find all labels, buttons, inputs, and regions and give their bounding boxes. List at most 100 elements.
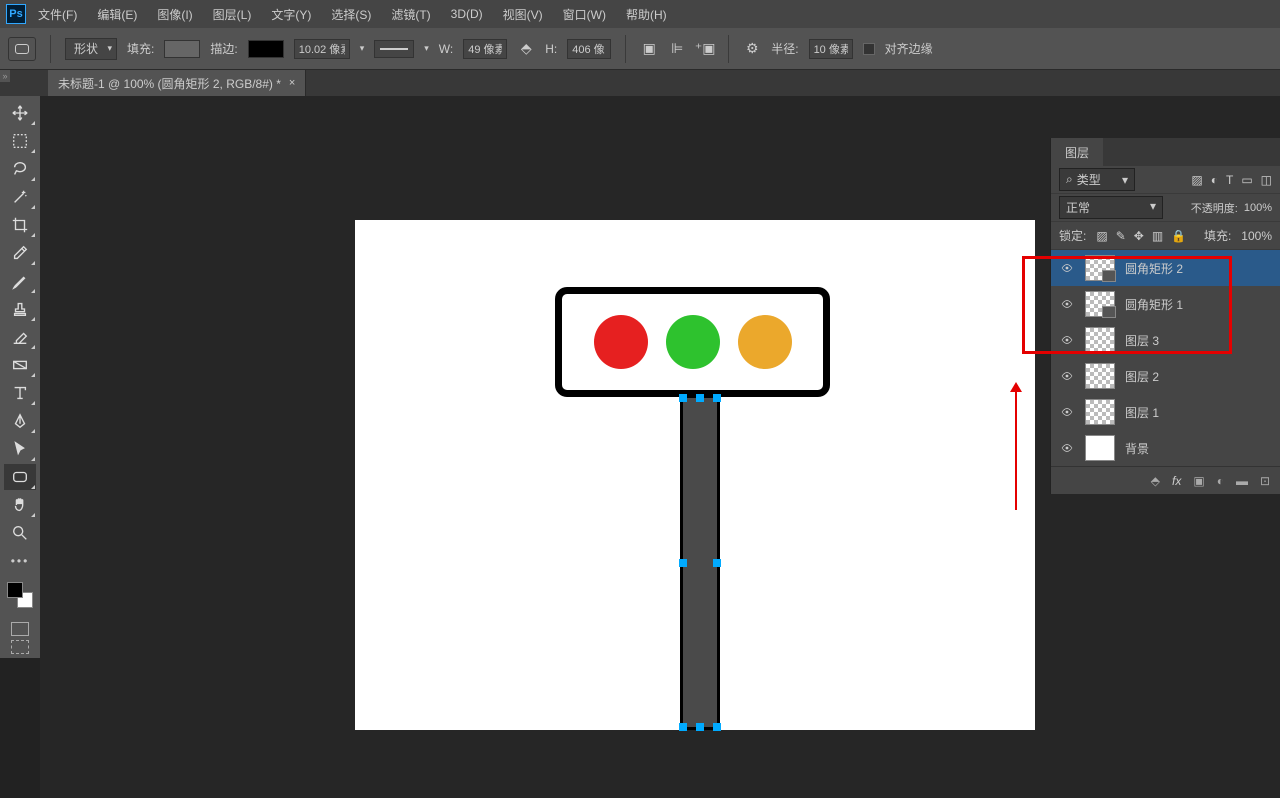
move-tool[interactable] — [4, 100, 36, 126]
mask-icon[interactable]: ▣ — [1193, 474, 1204, 488]
fx-icon[interactable]: fx — [1172, 474, 1181, 488]
fg-color-swatch[interactable] — [7, 582, 23, 598]
lock-transparency-icon[interactable]: ▨ — [1096, 229, 1107, 243]
gear-icon[interactable]: ⚙ — [743, 40, 761, 58]
layer-thumbnail[interactable] — [1085, 399, 1115, 425]
menu-layer[interactable]: 图层(L) — [205, 2, 260, 27]
layer-row[interactable]: 背景 — [1051, 430, 1280, 466]
height-input[interactable] — [567, 39, 611, 59]
yellow-light — [738, 315, 792, 369]
blend-mode-dropdown[interactable]: 正常▾ — [1059, 196, 1163, 219]
dock-collapse[interactable] — [0, 70, 10, 82]
visibility-icon[interactable] — [1059, 296, 1075, 312]
transform-handle[interactable] — [696, 723, 704, 731]
stroke-width-input[interactable] — [294, 39, 350, 59]
layer-thumbnail[interactable] — [1085, 255, 1115, 281]
pen-tool[interactable] — [4, 408, 36, 434]
path-select-tool[interactable] — [4, 436, 36, 462]
menu-view[interactable]: 视图(V) — [495, 2, 551, 27]
screenmode-icon[interactable] — [11, 640, 29, 654]
shape-mode-dropdown[interactable]: 形状 — [65, 38, 117, 60]
layer-row[interactable]: 圆角矩形 1 — [1051, 286, 1280, 322]
lasso-tool[interactable] — [4, 156, 36, 182]
filter-dropdown[interactable]: ⌕类型▾ — [1059, 168, 1135, 191]
stroke-swatch[interactable] — [248, 40, 284, 58]
lock-paint-icon[interactable]: ✎ — [1116, 229, 1126, 243]
close-icon[interactable]: × — [289, 77, 295, 89]
menu-select[interactable]: 选择(S) — [323, 2, 379, 27]
gradient-tool[interactable] — [4, 352, 36, 378]
layer-thumbnail[interactable] — [1085, 291, 1115, 317]
layer-thumbnail[interactable] — [1085, 363, 1115, 389]
new-layer-icon[interactable]: ⊡ — [1260, 474, 1270, 488]
visibility-icon[interactable] — [1059, 260, 1075, 276]
menu-window[interactable]: 窗口(W) — [555, 2, 614, 27]
layers-tab[interactable]: 图层 — [1051, 138, 1103, 166]
quickmask-icon[interactable] — [11, 622, 29, 636]
transform-handle[interactable] — [679, 723, 687, 731]
fill-value[interactable]: 100% — [1241, 229, 1272, 243]
lock-pos-icon[interactable]: ✥ — [1134, 229, 1144, 243]
zoom-tool[interactable] — [4, 520, 36, 546]
color-swatches[interactable] — [7, 582, 33, 608]
radius-input[interactable] — [809, 39, 853, 59]
adjustment-icon[interactable]: ◐ — [1217, 474, 1224, 488]
fill-swatch[interactable] — [164, 40, 200, 58]
opacity-value[interactable]: 100% — [1244, 202, 1272, 214]
layer-row[interactable]: 圆角矩形 2 — [1051, 250, 1280, 286]
tool-preset[interactable] — [8, 37, 36, 61]
layer-thumbnail[interactable] — [1085, 327, 1115, 353]
menu-help[interactable]: 帮助(H) — [618, 2, 675, 27]
hand-tool[interactable] — [4, 492, 36, 518]
layer-row[interactable]: 图层 2 — [1051, 358, 1280, 394]
eyedropper-tool[interactable] — [4, 240, 36, 266]
brush-tool[interactable] — [4, 268, 36, 294]
marquee-tool[interactable] — [4, 128, 36, 154]
visibility-icon[interactable] — [1059, 404, 1075, 420]
align-edges-checkbox[interactable] — [863, 43, 875, 55]
visibility-icon[interactable] — [1059, 332, 1075, 348]
stamp-tool[interactable] — [4, 296, 36, 322]
crop-tool[interactable] — [4, 212, 36, 238]
group-icon[interactable]: ▬ — [1236, 474, 1248, 488]
red-light — [594, 315, 648, 369]
layer-row[interactable]: 图层 3 — [1051, 322, 1280, 358]
align-icon[interactable]: ⊫ — [668, 40, 686, 58]
filter-icons[interactable]: ▨◐T▭◫ — [1191, 173, 1272, 187]
wand-tool[interactable] — [4, 184, 36, 210]
link-icon[interactable]: ⬘ — [517, 40, 535, 58]
menu-3d[interactable]: 3D(D) — [443, 3, 491, 25]
fill-label: 填充: — [127, 40, 154, 57]
traffic-sign-head — [555, 287, 830, 397]
document-tab[interactable]: 未标题-1 @ 100% (圆角矩形 2, RGB/8#) * × — [48, 70, 306, 96]
visibility-icon[interactable] — [1059, 368, 1075, 384]
transform-handle[interactable] — [679, 394, 687, 402]
transform-handle[interactable] — [679, 559, 687, 567]
arrange-icon[interactable]: ⁺▣ — [696, 40, 714, 58]
lock-all-icon[interactable]: 🔒 — [1171, 229, 1186, 243]
visibility-icon[interactable] — [1059, 440, 1075, 456]
eraser-tool[interactable] — [4, 324, 36, 350]
path-ops-icon[interactable]: ▣ — [640, 40, 658, 58]
traffic-sign-pole[interactable] — [680, 395, 720, 730]
layer-row[interactable]: 图层 1 — [1051, 394, 1280, 430]
width-input[interactable] — [463, 39, 507, 59]
transform-handle[interactable] — [713, 559, 721, 567]
menu-edit[interactable]: 编辑(E) — [89, 2, 145, 27]
rounded-rect-tool[interactable] — [4, 464, 36, 490]
layer-thumbnail[interactable] — [1085, 435, 1115, 461]
more-tools[interactable]: ••• — [4, 548, 36, 574]
transform-handle[interactable] — [713, 723, 721, 731]
link-layers-icon[interactable]: ⬘ — [1151, 474, 1160, 488]
menu-filter[interactable]: 滤镜(T) — [383, 2, 438, 27]
transform-handle[interactable] — [713, 394, 721, 402]
menu-type[interactable]: 文字(Y) — [263, 2, 319, 27]
ps-logo: Ps — [6, 4, 26, 24]
menu-file[interactable]: 文件(F) — [30, 2, 85, 27]
stroke-style[interactable] — [374, 40, 414, 58]
transform-handle[interactable] — [696, 394, 704, 402]
lock-artboard-icon[interactable]: ▥ — [1152, 229, 1163, 243]
menu-image[interactable]: 图像(I) — [149, 2, 200, 27]
canvas[interactable] — [355, 220, 1035, 730]
type-tool[interactable] — [4, 380, 36, 406]
